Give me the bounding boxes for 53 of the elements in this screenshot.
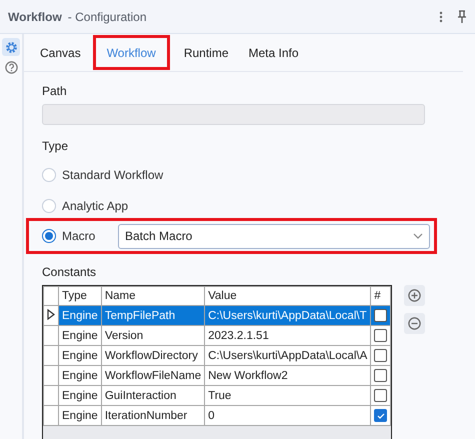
table-cell: 0 xyxy=(204,406,371,426)
radio-label[interactable]: Analytic App xyxy=(62,198,128,212)
panel-subtitle: - Configuration xyxy=(68,10,146,24)
table-cell: WorkflowFileName xyxy=(101,366,205,386)
table-cell: Engine xyxy=(58,366,102,386)
settings-button[interactable] xyxy=(2,38,20,56)
checkbox[interactable] xyxy=(374,349,388,362)
field-label: Constants xyxy=(42,265,98,279)
tab[interactable]: Meta Info xyxy=(240,34,307,71)
tab[interactable]: Runtime xyxy=(176,34,236,71)
table-cell: Version xyxy=(101,326,205,346)
gear-icon xyxy=(4,40,18,54)
table-cell: 2023.2.1.51 xyxy=(204,326,371,346)
pin-icon[interactable] xyxy=(457,10,467,23)
add-button[interactable] xyxy=(404,285,425,306)
table-cell: Engine xyxy=(58,306,102,326)
checkbox[interactable] xyxy=(374,409,388,422)
remove-button[interactable] xyxy=(404,313,425,334)
table-cell: Engine xyxy=(58,326,102,346)
tab[interactable]: Canvas xyxy=(32,34,89,71)
table-cell: True xyxy=(204,386,371,406)
table-cell: Engine xyxy=(58,386,102,406)
table-cell: GuiInteraction xyxy=(101,386,205,406)
help-icon xyxy=(4,60,18,74)
panel-title: Workflow xyxy=(8,10,62,24)
checkbox[interactable] xyxy=(374,309,388,322)
table-cell: Engine xyxy=(58,406,102,426)
macro-type-dropdown[interactable]: Batch Macro xyxy=(118,224,430,248)
row-pointer-icon xyxy=(47,308,55,320)
chevron-down-icon xyxy=(413,233,423,239)
radio-button[interactable] xyxy=(42,229,56,243)
table-cell: TempFilePath xyxy=(101,306,205,326)
table-cell: Engine xyxy=(58,346,102,366)
more-icon[interactable] xyxy=(439,10,443,22)
tab[interactable]: Workflow xyxy=(92,35,170,70)
table-cell: C:\Users\kurti\AppData\Local\A xyxy=(204,346,371,366)
table-cell: WorkflowDirectory xyxy=(101,346,205,366)
table-cell: New Workflow2 xyxy=(204,366,371,386)
plus-icon xyxy=(408,289,421,302)
radio-label[interactable]: Standard Workflow xyxy=(62,168,164,182)
check-icon xyxy=(376,412,385,418)
table-cell: IterationNumber xyxy=(101,406,205,426)
column-header: Name xyxy=(101,286,205,306)
field-label: Type xyxy=(42,139,70,153)
checkbox[interactable] xyxy=(374,389,388,402)
field-label: Path xyxy=(42,84,68,98)
radio-label[interactable]: Macro xyxy=(62,229,112,243)
column-header: Value xyxy=(204,286,371,306)
path-field[interactable] xyxy=(42,104,425,125)
minus-icon xyxy=(408,317,421,330)
checkbox[interactable] xyxy=(374,329,388,342)
checkbox[interactable] xyxy=(374,369,388,382)
table-cell: C:\Users\kurti\AppData\Local\T xyxy=(204,306,371,326)
